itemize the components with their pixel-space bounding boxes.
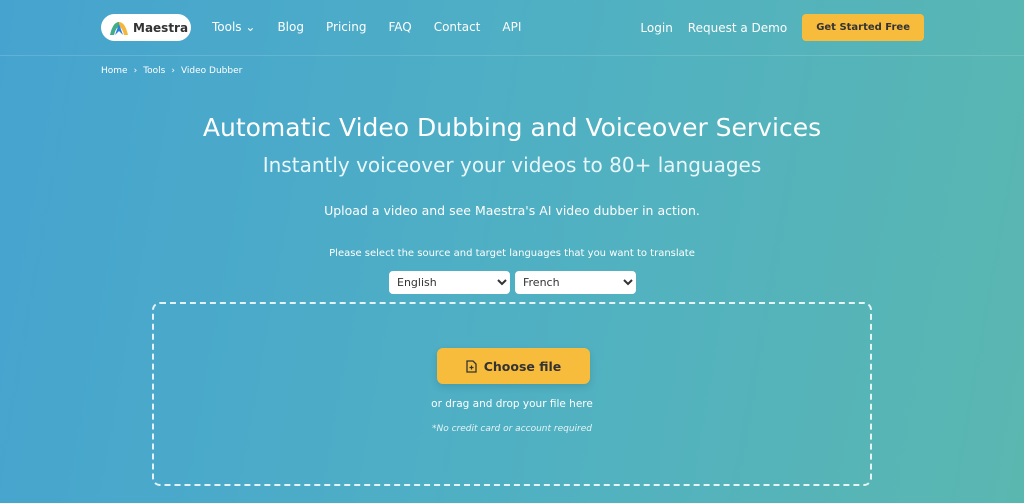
nav-pricing[interactable]: Pricing xyxy=(326,20,366,34)
instruction: Please select the source and target lang… xyxy=(329,248,695,259)
logo-text: Maestra xyxy=(133,20,189,35)
choose-file-label: Choose file xyxy=(483,358,562,374)
target-language-select[interactable]: French xyxy=(515,271,636,294)
chevron-right-icon: › xyxy=(133,66,138,76)
file-plus-icon xyxy=(466,359,477,373)
drag-drop-text: or drag and drop your file here xyxy=(431,398,593,410)
breadcrumb: Home › Tools › Video Dubber xyxy=(101,66,242,76)
description: Upload a video and see Maestra's AI vide… xyxy=(324,203,700,218)
nav-tools-label: Tools xyxy=(212,20,242,34)
nav-faq[interactable]: FAQ xyxy=(388,20,411,34)
nav-api[interactable]: API xyxy=(502,20,521,34)
choose-file-button[interactable]: Choose file xyxy=(437,348,590,384)
get-started-button[interactable]: Get Started Free xyxy=(802,14,924,41)
nav-tools[interactable]: Tools ⌄ xyxy=(212,20,255,34)
file-drop-zone[interactable]: Choose file or drag and drop your file h… xyxy=(152,302,872,486)
breadcrumb-current: Video Dubber xyxy=(180,66,243,76)
nav-blog[interactable]: Blog xyxy=(277,20,304,34)
page-title: Automatic Video Dubbing and Voiceover Se… xyxy=(202,113,822,142)
breadcrumb-tools[interactable]: Tools xyxy=(143,66,165,76)
chevron-down-icon: ⌄ xyxy=(245,20,256,34)
no-credit-card-note: *No credit card or account required xyxy=(431,424,592,434)
source-language-select[interactable]: English xyxy=(389,271,510,294)
request-demo-link[interactable]: Request a Demo xyxy=(688,21,787,35)
logo[interactable]: Maestra xyxy=(101,14,191,41)
login-link[interactable]: Login xyxy=(640,21,672,35)
maestra-logo-icon xyxy=(110,21,128,35)
chevron-right-icon: › xyxy=(171,66,175,76)
top-nav: Maestra Tools ⌄ Blog Pricing FAQ Contact… xyxy=(0,0,1024,56)
nav-contact[interactable]: Contact xyxy=(434,20,481,34)
breadcrumb-home[interactable]: Home xyxy=(101,66,128,76)
page-subtitle: Instantly voiceover your videos to 80+ l… xyxy=(262,153,762,177)
